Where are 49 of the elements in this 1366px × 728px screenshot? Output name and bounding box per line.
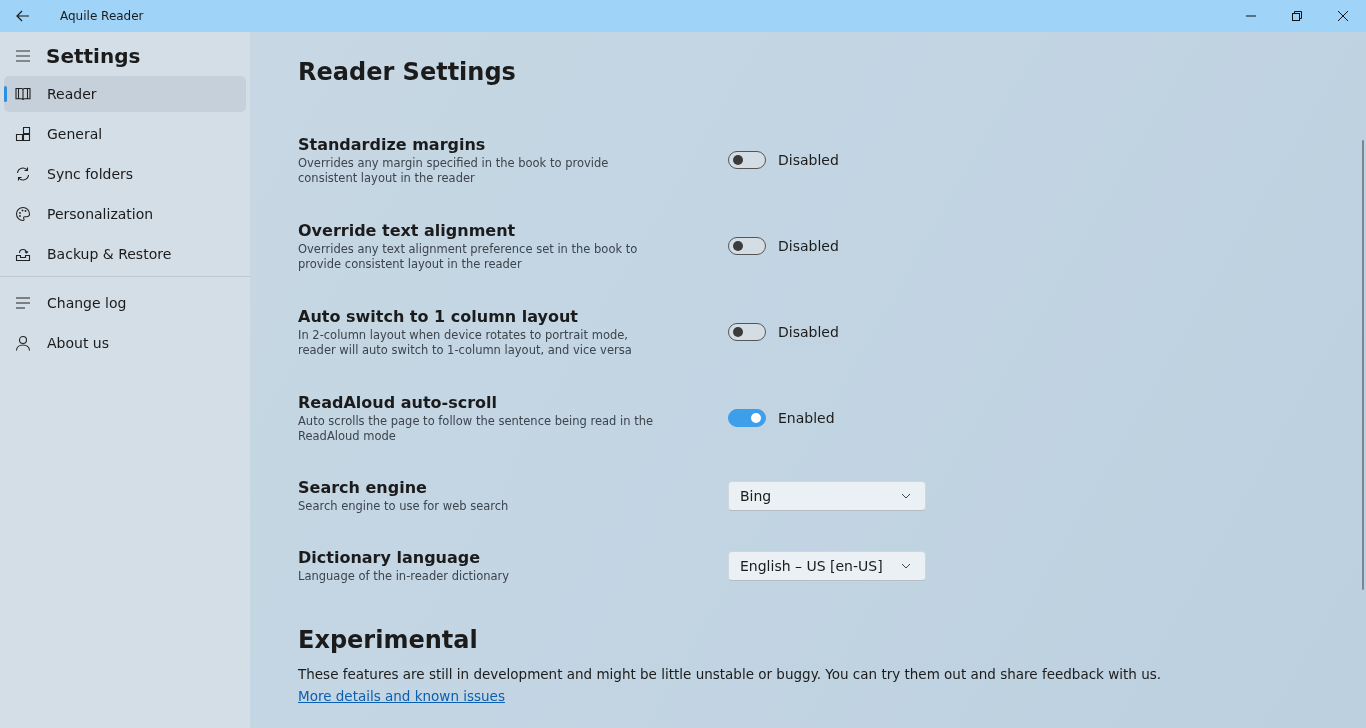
- toggle-switch[interactable]: [728, 409, 766, 427]
- chevron-down-icon: [901, 563, 911, 569]
- scrollbar[interactable]: [1362, 140, 1364, 590]
- setting-title: Auto switch to 1 column layout: [298, 306, 579, 326]
- setting-title: Dictionary language: [298, 548, 482, 567]
- toggle-switch[interactable]: [728, 151, 766, 169]
- nav-item[interactable]: About us: [4, 325, 246, 361]
- nav-item[interactable]: Sync folders: [4, 156, 246, 192]
- setting-description: Overrides any margin specified in the book to provide consistent layout in the reader: [298, 155, 610, 186]
- setting-description: Overrides any text alignment preference set in the book to provide consistent layout in the reader: [298, 241, 639, 272]
- setting-title: Standardize margins: [298, 134, 487, 154]
- person-icon: [15, 335, 31, 351]
- section-title: Experimental: [298, 626, 479, 654]
- nav-item[interactable]: Backup & Restore: [4, 236, 246, 272]
- setting-title: Override text alignment: [298, 220, 517, 240]
- menu-icon: [15, 50, 31, 62]
- nav-item[interactable]: Change log: [4, 285, 246, 321]
- setting-title: Search engine: [298, 478, 428, 497]
- nav-item[interactable]: Reader: [4, 76, 246, 112]
- restore-icon: [1291, 10, 1303, 22]
- toggle-switch[interactable]: [728, 237, 766, 255]
- list-icon: [15, 297, 31, 309]
- page-title: Reader Settings: [298, 58, 517, 86]
- nav-item[interactable]: Personalization: [4, 196, 246, 232]
- nav-item[interactable]: General: [4, 116, 246, 152]
- close-icon: [1337, 10, 1349, 22]
- toggle-state-label: Disabled: [778, 152, 839, 168]
- back-arrow-icon: [15, 8, 31, 24]
- toggle-switch[interactable]: [728, 323, 766, 341]
- setting-description: Auto scrolls the page to follow the sentence being read in the ReadAloud mode: [298, 413, 655, 444]
- sidebar-title: Settings: [46, 44, 141, 68]
- toggle-state-label: Disabled: [778, 238, 839, 254]
- toggle-state-label: Disabled: [778, 324, 839, 340]
- details-link[interactable]: More details and known issues: [298, 688, 505, 704]
- setting-description: Search engine to use for web search: [298, 499, 510, 514]
- setting-description: Language of the in-reader dictionary: [298, 569, 511, 584]
- grid-icon: [15, 126, 31, 142]
- chevron-down-icon: [901, 493, 911, 499]
- palette-icon: [15, 206, 31, 222]
- sync-icon: [15, 166, 31, 182]
- book-icon: [15, 86, 31, 102]
- section-description: These features are still in development and might be little unstable or buggy. You can try them out and share feedback with us.: [298, 666, 1163, 682]
- dropdown[interactable]: Bing: [728, 481, 926, 511]
- setting-description: In 2-column layout when device rotates to portrait mode, reader will auto switch to 1-column layout, and vice versa: [298, 327, 633, 358]
- backup-icon: [15, 246, 31, 262]
- dropdown[interactable]: English – US [en-US]: [728, 551, 926, 581]
- setting-title: ReadAloud auto-scroll: [298, 392, 499, 412]
- window-title: Aquile Reader: [60, 9, 144, 23]
- toggle-state-label: Enabled: [778, 410, 835, 426]
